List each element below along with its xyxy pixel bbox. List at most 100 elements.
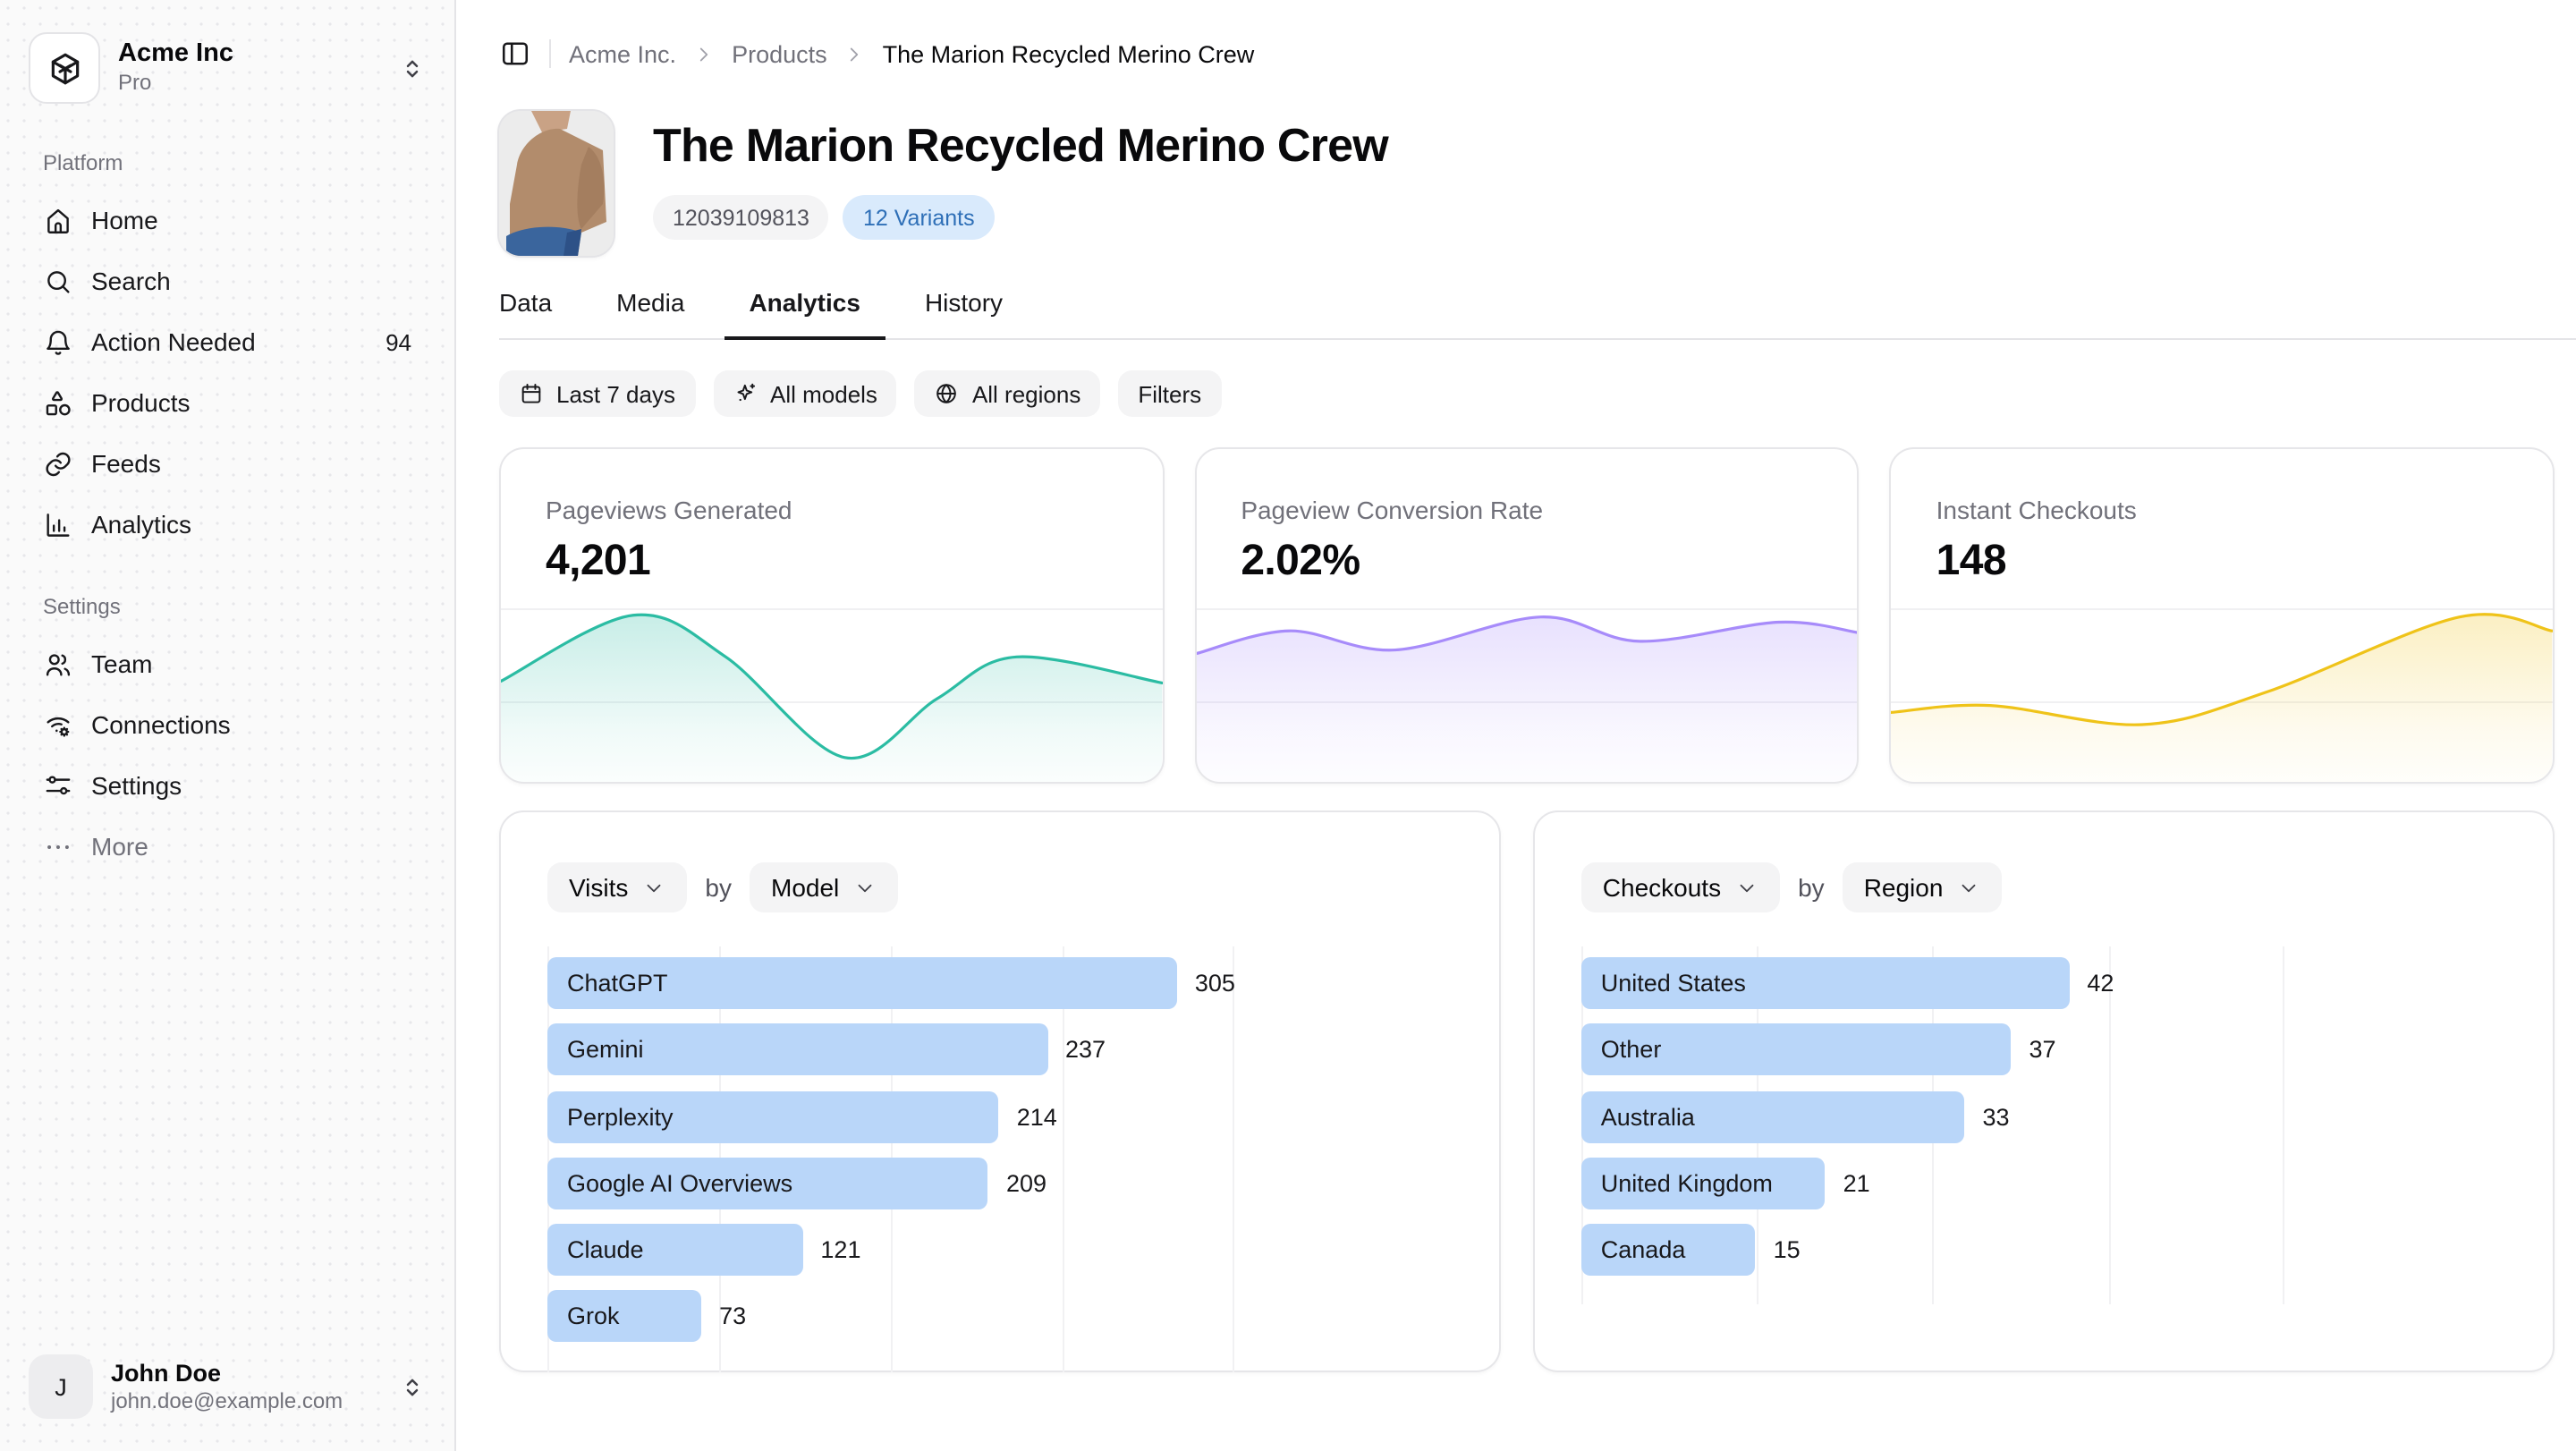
sparkline-area-chart xyxy=(501,608,1162,782)
variants-badge[interactable]: 12 Variants xyxy=(843,195,995,240)
sidebar-item-feeds[interactable]: Feeds xyxy=(21,433,433,494)
sparkles-icon xyxy=(733,381,758,406)
org-switcher[interactable]: Acme Inc Pro xyxy=(21,25,433,111)
sidebar-item-search[interactable]: Search xyxy=(21,250,433,311)
product-header: The Marion Recycled Merino Crew 12039109… xyxy=(499,111,2555,256)
bar-category-label: Australia xyxy=(1601,1103,1695,1130)
dimension-select-model[interactable]: Model xyxy=(750,862,898,912)
bar-value: 305 xyxy=(1195,970,1235,997)
sidebar-item-action-needed[interactable]: Action Needed94 xyxy=(21,311,433,372)
horizontal-bar-chart: United States 42 Other37 Australia 33 United … xyxy=(1581,946,2284,1305)
breadcrumb-item-products[interactable]: Products xyxy=(732,40,827,67)
bar-value: 73 xyxy=(719,1303,746,1330)
sidebar: Acme Inc Pro PlatformHomeSearchAction Ne… xyxy=(0,0,456,1451)
sidebar-item-label: Feeds xyxy=(91,449,161,478)
bar: ChatGPT xyxy=(547,957,1177,1009)
bar-row-united-states: United States 42 xyxy=(1581,957,2284,1009)
users-icon xyxy=(43,649,73,679)
stat-cards: Pageviews Generated4,201Pageview Convers… xyxy=(499,447,2555,784)
bar-category-label: United States xyxy=(1601,970,1746,997)
bar: Gemini xyxy=(547,1024,1047,1076)
calendar-icon xyxy=(519,381,544,406)
bar-category-label: Claude xyxy=(567,1236,644,1263)
bell-icon xyxy=(43,327,73,357)
tab-media[interactable]: Media xyxy=(591,288,709,340)
sidebar-item-analytics[interactable]: Analytics xyxy=(21,494,433,555)
bar: Grok xyxy=(547,1291,701,1343)
chevron-down-icon xyxy=(853,876,877,899)
bar-value: 33 xyxy=(1983,1103,2010,1130)
sidebar-item-label: Search xyxy=(91,267,171,295)
sidebar-item-settings[interactable]: Settings xyxy=(21,755,433,816)
tabs: Data Media Analytics History xyxy=(474,288,2576,338)
org-meta: Acme Inc Pro xyxy=(118,40,381,97)
sidebar-item-more[interactable]: More xyxy=(21,816,433,877)
bar-row-australia: Australia 33 xyxy=(1581,1090,2284,1142)
tab-analytics[interactable]: Analytics xyxy=(724,288,886,340)
bar-value: 121 xyxy=(820,1236,860,1263)
nav-section-label-settings: Settings xyxy=(43,594,433,619)
org-plan: Pro xyxy=(118,72,381,97)
bar-row-chatgpt: ChatGPT 305 xyxy=(547,957,1235,1009)
select-value: Region xyxy=(1864,873,1944,902)
chevrons-up-down-icon xyxy=(399,55,426,81)
bar-category-label: Google AI Overviews xyxy=(567,1170,792,1197)
breadcrumb: Acme Inc.ProductsThe Marion Recycled Mer… xyxy=(569,40,1254,67)
bar-category-label: United Kingdom xyxy=(1601,1170,1773,1197)
filter-chip-label: Last 7 days xyxy=(556,380,675,407)
bar-value: 37 xyxy=(2029,1037,2055,1064)
sidebar-item-products[interactable]: Products xyxy=(21,372,433,433)
breadcrumb-row: Acme Inc.ProductsThe Marion Recycled Mer… xyxy=(499,36,2555,72)
stat-card-pageview-conversion-rate: Pageview Conversion Rate2.02% xyxy=(1194,447,1859,784)
chart-card-checkouts-by-region: Checkouts by Region United States 42 Other37 A… xyxy=(1533,810,2555,1372)
divider xyxy=(549,39,551,68)
breadcrumb-item-acme-inc[interactable]: Acme Inc. xyxy=(569,40,676,67)
sidebar-item-connections[interactable]: Connections xyxy=(21,694,433,755)
product-title-block: The Marion Recycled Merino Crew 12039109… xyxy=(653,111,1388,240)
sidebar-toggle-button[interactable] xyxy=(499,38,531,70)
stat-card-value: 4,201 xyxy=(546,537,1117,587)
stat-card-pageviews-generated: Pageviews Generated4,201 xyxy=(499,447,1164,784)
by-label: by xyxy=(1798,873,1825,902)
chevron-down-icon xyxy=(1735,876,1758,899)
product-sku-badge: 12039109813 xyxy=(653,195,829,240)
chevron-right-icon xyxy=(692,42,716,65)
tab-history[interactable]: History xyxy=(900,288,1028,340)
user-menu[interactable]: J John Doe john.doe@example.com xyxy=(21,1347,433,1426)
bar-row-canada: Canada15 xyxy=(1581,1224,2284,1276)
sidebar-item-home[interactable]: Home xyxy=(21,190,433,250)
sidebar-item-label: More xyxy=(91,832,148,861)
filter-chip-all-models[interactable]: All models xyxy=(713,370,897,417)
shapes-icon xyxy=(43,387,73,418)
dimension-select-region[interactable]: Region xyxy=(1843,862,2003,912)
by-label: by xyxy=(705,873,732,902)
horizontal-bar-chart: ChatGPT305Gemini237Perplexity214Google A… xyxy=(547,946,1235,1372)
search-icon xyxy=(43,266,73,296)
bar-value: 42 xyxy=(2087,970,2114,997)
sparkline-area-chart xyxy=(1196,608,1857,782)
filter-chip-last-7-days[interactable]: Last 7 days xyxy=(499,370,695,417)
filter-chip-filters[interactable]: Filters xyxy=(1118,370,1221,417)
filter-chip-all-regions[interactable]: All regions xyxy=(915,370,1100,417)
stat-card-value: 148 xyxy=(1936,537,2508,587)
metric-select-visits[interactable]: Visits xyxy=(547,862,687,912)
filter-bar: Last 7 days All models All regions Filters xyxy=(499,370,2555,417)
metric-select-checkouts[interactable]: Checkouts xyxy=(1581,862,1780,912)
sparkline-area-chart xyxy=(1892,608,2553,782)
action-needed-count: 94 xyxy=(386,328,411,355)
bar: United States xyxy=(1581,957,2070,1009)
bar-row-google-ai-overviews: Google AI Overviews209 xyxy=(547,1158,1235,1209)
home-icon xyxy=(43,205,73,235)
bar-row-other: Other37 xyxy=(1581,1024,2284,1076)
sidebar-item-team[interactable]: Team xyxy=(21,633,433,694)
org-logo-icon xyxy=(29,32,100,104)
org-name: Acme Inc xyxy=(118,40,381,70)
sidebar-item-label: Connections xyxy=(91,710,231,739)
chart-card-visits-by-model: VisitsbyModelChatGPT305Gemini237Perplexi… xyxy=(499,810,1501,1372)
user-name: John Doe xyxy=(111,1359,381,1387)
bar-row-gemini: Gemini237 xyxy=(547,1024,1235,1076)
select-value: Visits xyxy=(569,873,628,902)
tab-data[interactable]: Data xyxy=(474,288,577,340)
user-email: john.doe@example.com xyxy=(111,1388,381,1414)
bar: United Kingdom xyxy=(1581,1158,1826,1209)
